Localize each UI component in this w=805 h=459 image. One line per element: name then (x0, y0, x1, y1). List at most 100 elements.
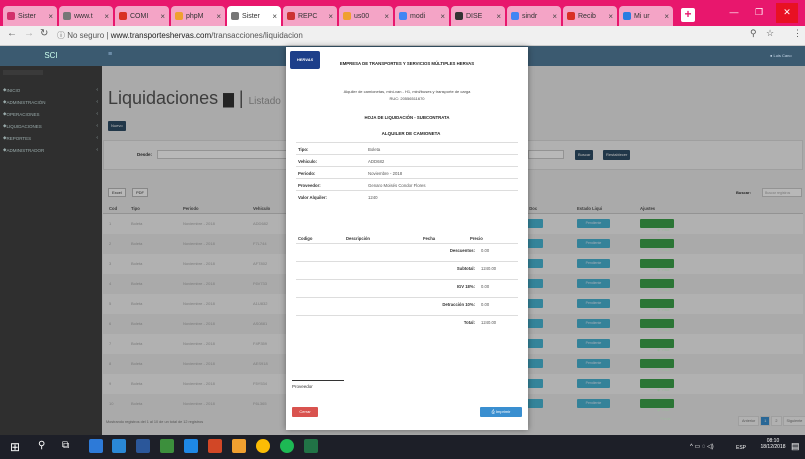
maximize-button[interactable]: ❐ (748, 3, 770, 23)
tab-close-icon[interactable]: × (552, 12, 557, 21)
browser-tab[interactable]: phpM × (171, 6, 225, 26)
tab-close-icon[interactable]: × (104, 12, 109, 21)
tray-icons[interactable]: ^ ▭ ◌ ◁) (690, 443, 714, 450)
tab-close-icon[interactable]: × (48, 12, 53, 21)
tab-close-icon[interactable]: × (384, 12, 389, 21)
user-menu[interactable]: ● Luis Cano (770, 53, 792, 58)
tab-close-icon[interactable]: × (216, 12, 221, 21)
chrome-icon[interactable] (256, 439, 270, 453)
browser-tab[interactable]: Mi ur × (619, 6, 673, 26)
security-label: No seguro (67, 31, 105, 40)
detail-row: Periodo: Noviembre - 2018 (296, 166, 518, 178)
tab-favicon-icon (343, 12, 351, 20)
sidebar-item[interactable]: ◆ ADMINISTRADOR ‹ (3, 144, 98, 156)
chevron-left-icon: ‹ (96, 87, 98, 93)
tab-close-icon[interactable]: × (272, 12, 277, 21)
detail-value: ADD682 (368, 159, 385, 164)
app-icon-1[interactable] (89, 439, 103, 453)
total-value: 0.00 (481, 248, 490, 253)
spotify-icon[interactable] (280, 439, 294, 453)
chevron-left-icon: ‹ (96, 147, 98, 153)
browser-tab[interactable]: modi × (395, 6, 449, 26)
info-icon[interactable]: ⓘ (57, 31, 65, 40)
tab-label: DISE (466, 12, 483, 20)
total-row: Detracción 10%: 0.00 (296, 297, 518, 309)
tab-label: sindr (522, 12, 538, 20)
app-icon-4[interactable] (160, 439, 174, 453)
tab-favicon-icon (231, 12, 239, 20)
file-explorer-icon[interactable] (112, 439, 126, 453)
sidebar-item-label: ADMINISTRADOR (6, 147, 45, 153)
tab-close-icon[interactable]: × (440, 12, 445, 21)
sidebar-item[interactable]: ◆ INICIO ‹ (3, 84, 98, 96)
search-icon[interactable]: ⚲ (38, 440, 45, 451)
detail-key: Proveedor: (298, 183, 321, 188)
browser-tab[interactable]: REPC × (283, 6, 337, 26)
print-button[interactable]: ⎙ Imprimir (480, 407, 522, 417)
tab-label: Recib (578, 12, 596, 20)
detail-row: Tipo: Boleta (296, 142, 518, 154)
close-window-button[interactable]: ✕ (776, 3, 798, 23)
detail-key: Valor Alquiler: (298, 195, 327, 200)
sidebar-item[interactable]: ◆ REPORTES ‹ (3, 132, 98, 144)
app-icon-5[interactable] (184, 439, 198, 453)
tab-favicon-icon (287, 12, 295, 20)
zoom-icon[interactable]: ⚲ (750, 28, 757, 39)
total-row: Subtotal: 1240.00 (296, 261, 518, 273)
word-icon[interactable] (136, 439, 150, 453)
total-label: Total: (463, 320, 475, 325)
close-button[interactable]: Cerrar (292, 407, 318, 417)
sidebar-search[interactable] (3, 70, 43, 75)
total-label: Descuentos: (449, 248, 475, 253)
url-field[interactable]: ⓘ No seguro | www.transporteshervas.com/… (57, 29, 757, 43)
detail-row: Vehiculo: ADD682 (296, 154, 518, 166)
print-label: Imprimir (495, 409, 511, 414)
browser-tab[interactable]: Sister × (3, 6, 57, 26)
excel-icon[interactable] (304, 439, 318, 453)
chevron-left-icon: ‹ (96, 111, 98, 117)
company-tagline: Alquiler de camionetas, mini-van - H1, m… (343, 89, 471, 94)
tab-close-icon[interactable]: × (496, 12, 501, 21)
tab-close-icon[interactable]: × (160, 12, 165, 21)
browser-tab[interactable]: us00 × (339, 6, 393, 26)
menu-icon[interactable]: ⋮ (793, 28, 802, 39)
minimize-button[interactable]: — (723, 3, 745, 23)
print-icon: ⎙ (491, 409, 495, 414)
tab-label: phpM (186, 12, 204, 20)
browser-tab[interactable]: Recib × (563, 6, 617, 26)
tab-close-icon[interactable]: × (664, 12, 669, 21)
app-brand[interactable]: SCI (0, 46, 102, 66)
detail-value: Noviembre - 2018 (368, 171, 403, 176)
sidebar-item[interactable]: ◆ LIQUIDACIONES ‹ (3, 120, 98, 132)
browser-tab[interactable]: COMI × (115, 6, 169, 26)
reload-icon[interactable]: ↻ (40, 28, 48, 39)
tab-favicon-icon (7, 12, 15, 20)
sidebar-item[interactable]: ◆ OPERACIONES ‹ (3, 108, 98, 120)
windows-start-icon[interactable]: ⊞ (10, 440, 20, 454)
forward-icon[interactable]: → (24, 28, 34, 39)
sidebar-item-label: INICIO (6, 87, 21, 93)
company-logo: HERVAS (290, 51, 320, 69)
notifications-icon[interactable]: ▤ (791, 441, 800, 452)
browser-tab[interactable]: sindr × (507, 6, 561, 26)
browser-tab[interactable]: DISE × (451, 6, 505, 26)
detail-table-header: Codigo Descripción Fecha Precio (296, 231, 518, 243)
total-row: Descuentos: 0.00 (296, 243, 518, 255)
language-indicator[interactable]: ESP (736, 445, 746, 451)
sublime-icon[interactable] (232, 439, 246, 453)
browser-tab[interactable]: www.t × (59, 6, 113, 26)
liquidation-modal: HERVAS EMPRESA DE TRANSPORTES Y SERVICIO… (286, 47, 528, 430)
sidebar-item[interactable]: ◆ ADMINISTRACIÓN ‹ (3, 96, 98, 108)
tab-favicon-icon (119, 12, 127, 20)
task-view-icon[interactable]: ⧉ (62, 440, 69, 451)
total-label: Detracción 10%: (442, 302, 475, 307)
new-tab-button[interactable]: + (681, 8, 695, 22)
hamburger-icon[interactable]: ≡ (108, 51, 112, 58)
tab-close-icon[interactable]: × (608, 12, 613, 21)
back-icon[interactable]: ← (7, 28, 17, 39)
browser-tab[interactable]: Sister × (227, 6, 281, 26)
powerpoint-icon[interactable] (208, 439, 222, 453)
tab-close-icon[interactable]: × (328, 12, 333, 21)
bookmark-star-icon[interactable]: ☆ (766, 28, 774, 39)
clock[interactable]: 08:10 18/12/2018 (758, 438, 788, 450)
